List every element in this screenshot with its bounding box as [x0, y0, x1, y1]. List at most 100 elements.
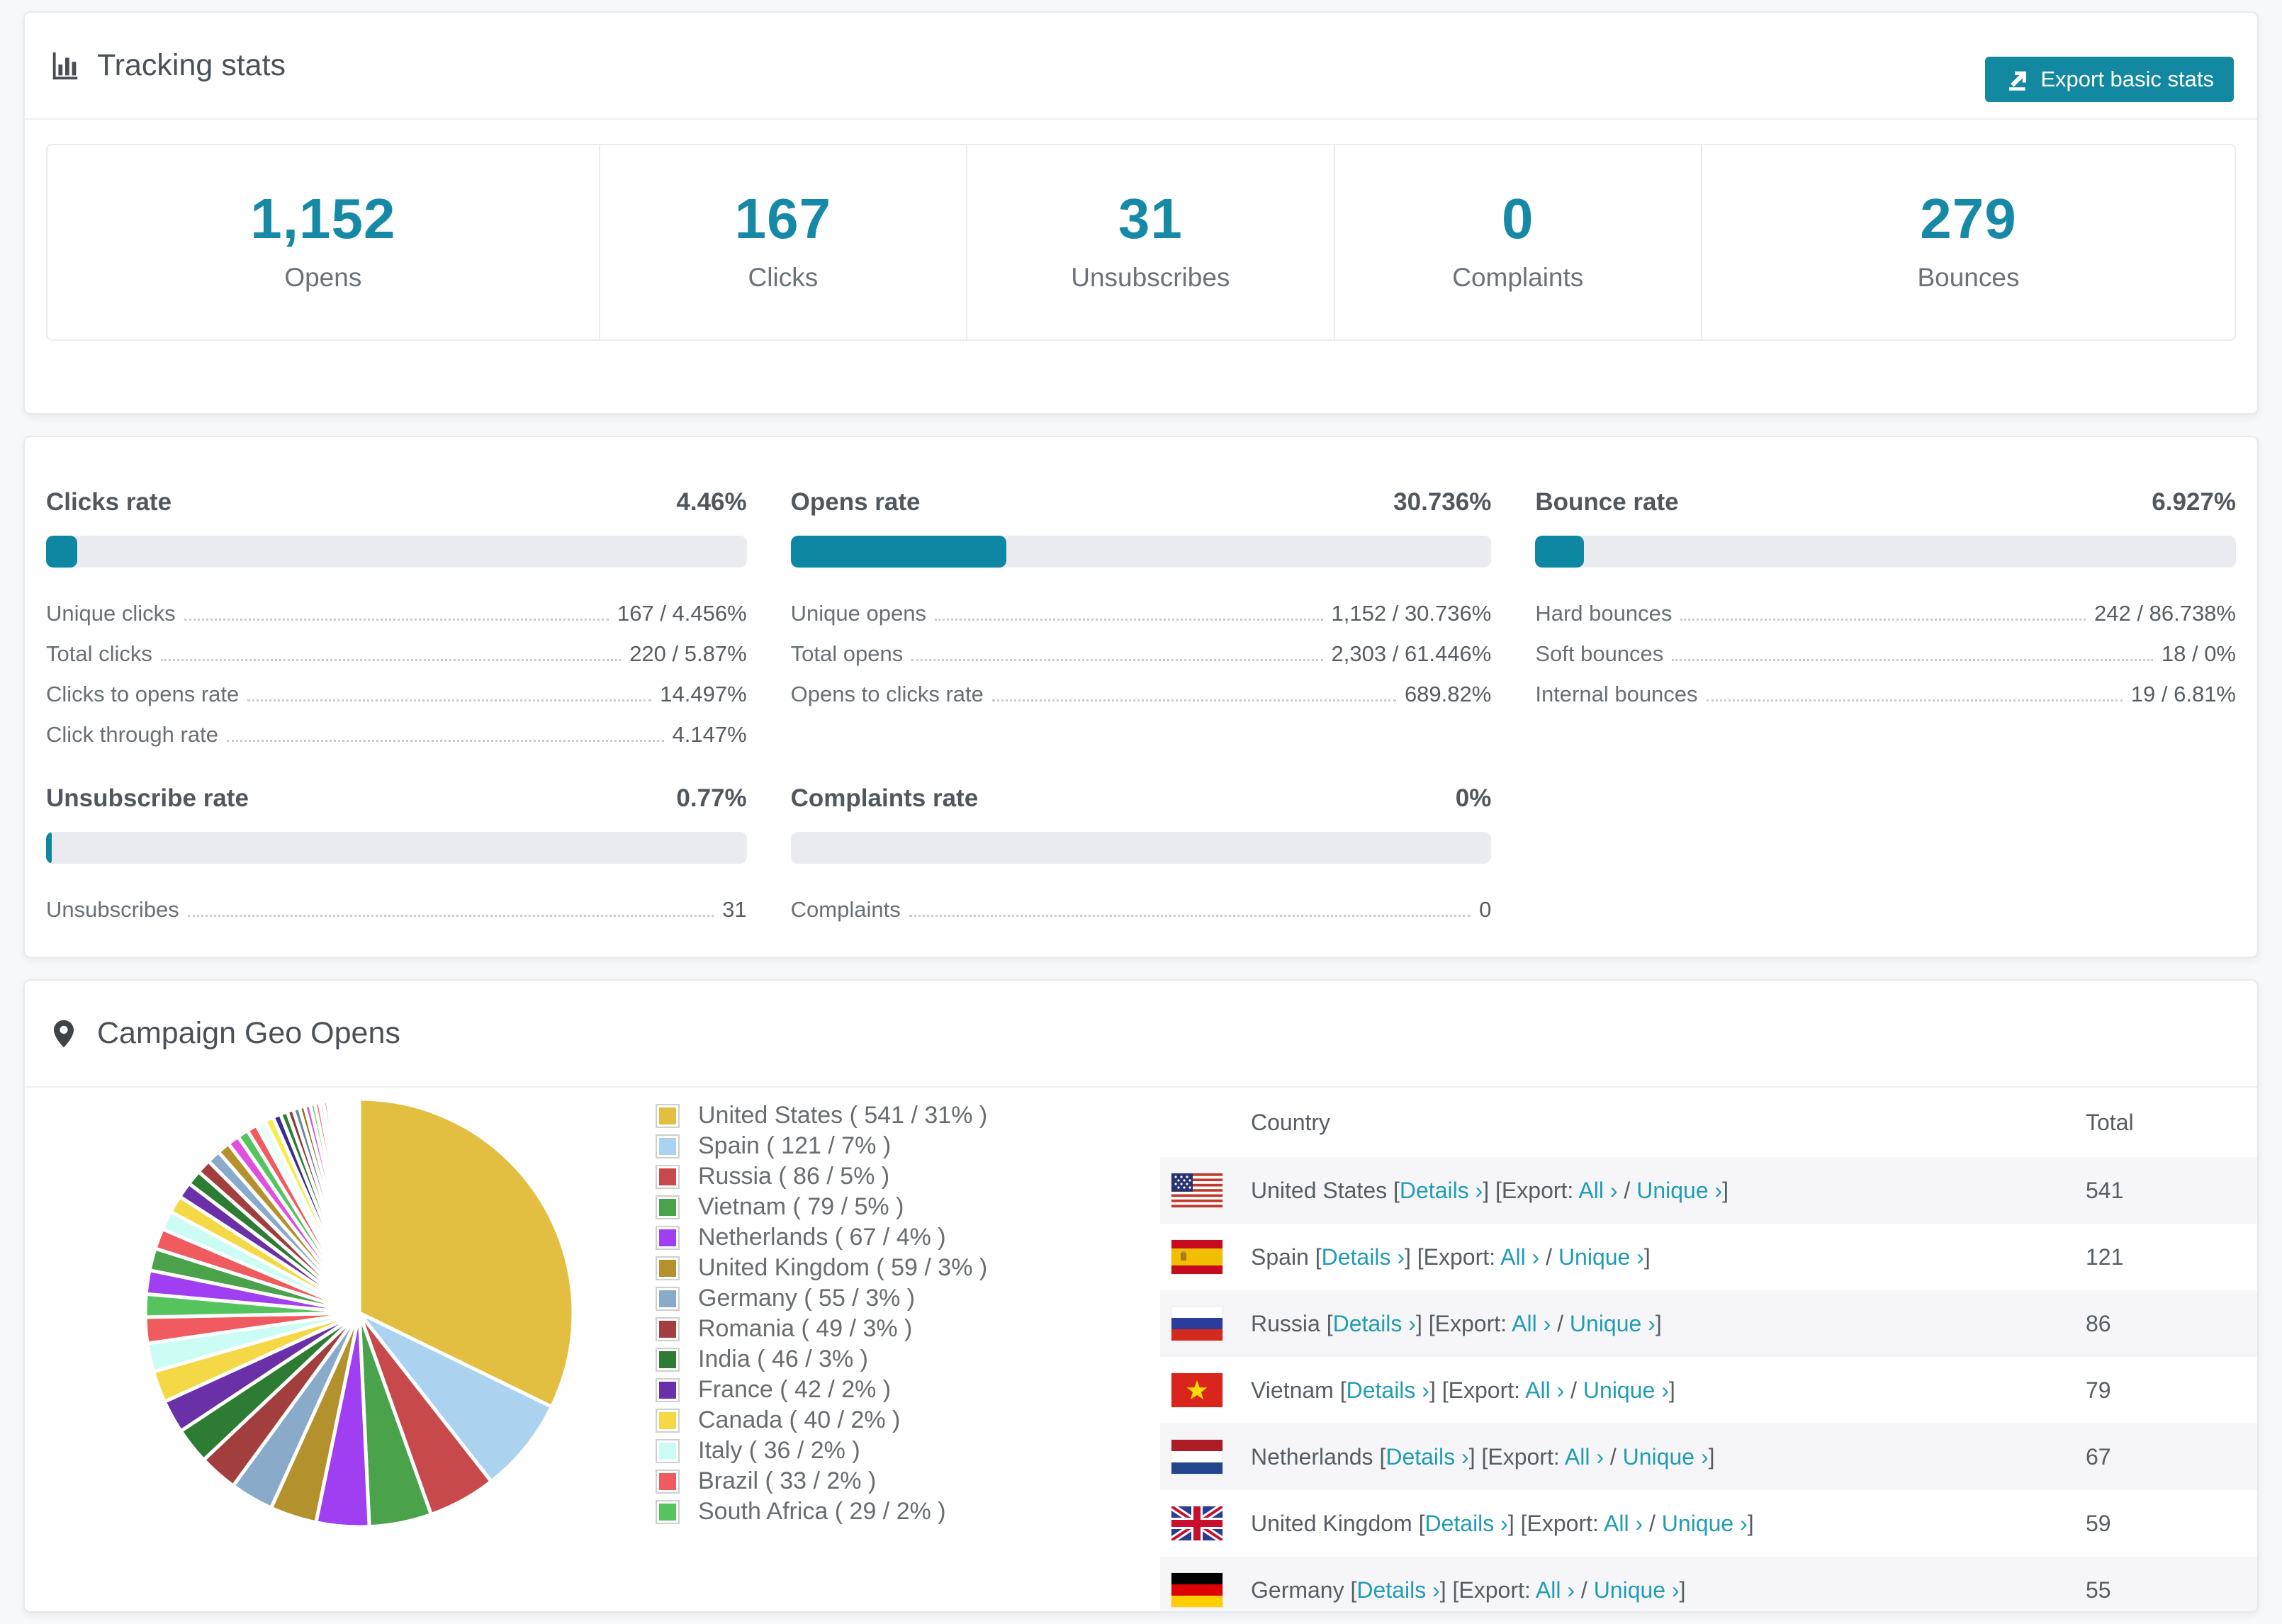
rate-row-value: 19 / 6.81% — [2130, 682, 2236, 706]
legend-item-italy[interactable]: Italy ( 36 / 2% ) — [656, 1436, 987, 1466]
legend-swatch-color — [659, 1290, 676, 1307]
legend-item-russia[interactable]: Russia ( 86 / 5% ) — [656, 1161, 987, 1192]
legend-item-south-africa[interactable]: South Africa ( 29 / 2% ) — [656, 1496, 987, 1527]
geo-header: Campaign Geo Opens — [25, 981, 2257, 1088]
russia-export-unique-link[interactable]: Unique › — [1570, 1311, 1656, 1336]
rate-progress-track — [790, 832, 1492, 864]
stat-opens: 1,152 Opens — [47, 145, 599, 339]
legend-item-canada[interactable]: Canada ( 40 / 2% ) — [656, 1405, 987, 1436]
geo-total-united-states: 541 — [2086, 1177, 2124, 1203]
legend-swatch-color — [659, 1107, 676, 1124]
rate-row-unique-clicks: Unique clicks 167 / 4.456% — [46, 586, 747, 626]
legend-item-netherlands[interactable]: Netherlands ( 67 / 4% ) — [656, 1222, 987, 1253]
link-separator: ] [Export: — [1404, 1244, 1501, 1270]
netherlands-export-unique-link[interactable]: Unique › — [1623, 1444, 1709, 1470]
united-states-export-unique-link[interactable]: Unique › — [1636, 1178, 1722, 1203]
legend-item-vietnam[interactable]: Vietnam ( 79 / 5% ) — [656, 1192, 987, 1222]
netherlands-details-link[interactable]: Details › — [1386, 1444, 1468, 1470]
spain-export-all-link[interactable]: All › — [1500, 1244, 1539, 1270]
vietnam-details-link[interactable]: Details › — [1347, 1377, 1429, 1403]
geo-total-netherlands: 67 — [2086, 1443, 2111, 1470]
germany-export-all-link[interactable]: All › — [1536, 1577, 1575, 1603]
rate-row-label: Unsubscribes — [46, 897, 179, 922]
united-states-details-link[interactable]: Details › — [1400, 1178, 1483, 1203]
dotted-leader — [247, 699, 652, 701]
legend-swatch — [656, 1499, 680, 1524]
rate-row-label: Internal bounces — [1535, 682, 1698, 706]
rate-progress-fill — [790, 536, 1006, 568]
united-states-flag-icon — [1171, 1173, 1240, 1208]
germany-flag-icon — [1171, 1572, 1240, 1608]
rate-row-label: Hard bounces — [1535, 601, 1673, 626]
rate-value: 6.927% — [2152, 488, 2236, 516]
germany-export-unique-link[interactable]: Unique › — [1594, 1577, 1680, 1603]
rate-progress-fill — [46, 536, 78, 568]
legend-item-brazil[interactable]: Brazil ( 33 / 2% ) — [656, 1466, 987, 1496]
rate-rows: Complaints 0 — [791, 882, 1492, 923]
legend-swatch-color — [659, 1229, 676, 1246]
stat-unsubscribes: 31 Unsubscribes — [966, 145, 1333, 339]
united-kingdom-export-all-link[interactable]: All › — [1604, 1511, 1643, 1536]
united-kingdom-flag-icon — [1171, 1506, 1240, 1541]
vietnam-export-unique-link[interactable]: Unique › — [1583, 1377, 1669, 1403]
export-basic-stats-button[interactable]: Export basic stats — [1985, 57, 2234, 102]
netherlands-export-all-link[interactable]: All › — [1565, 1444, 1604, 1470]
legend-item-spain[interactable]: Spain ( 121 / 7% ) — [656, 1131, 987, 1161]
rate-row-value: 167 / 4.456% — [617, 601, 747, 626]
link-close-bracket: ] — [1668, 1377, 1675, 1403]
legend-item-united-states[interactable]: United States ( 541 / 31% ) — [656, 1100, 987, 1131]
rate-head-bounce-rate: Bounce rate 6.927% — [1535, 488, 2236, 517]
legend-label: India ( 46 / 3% ) — [698, 1346, 869, 1372]
spain-flag-icon — [1171, 1239, 1240, 1275]
legend-swatch-color — [659, 1350, 676, 1368]
netherlands-flag-icon — [1171, 1439, 1240, 1474]
rate-head-complaints-rate: Complaints rate 0% — [791, 784, 1492, 813]
stat-complaints: 0 Complaints — [1333, 145, 1701, 339]
rate-row-value: 4.147% — [672, 722, 747, 747]
rate-panel-clicks-rate: Clicks rate 4.46% Unique clicks 167 / 4.456… — [46, 488, 747, 748]
legend-item-india[interactable]: India ( 46 / 3% ) — [656, 1344, 987, 1375]
dotted-leader — [934, 619, 1323, 621]
united-kingdom-export-unique-link[interactable]: Unique › — [1662, 1511, 1748, 1536]
united-kingdom-details-link[interactable]: Details › — [1424, 1511, 1507, 1536]
legend-item-romania[interactable]: Romania ( 49 / 3% ) — [656, 1314, 987, 1344]
legend-swatch-color — [659, 1411, 676, 1429]
geo-row-russia: Russia [Details ›] [Export: All › / Uniq… — [1160, 1290, 2257, 1357]
geo-row-vietnam: Vietnam [Details ›] [Export: All › / Uni… — [1160, 1357, 2257, 1423]
rate-progress-fill — [46, 832, 52, 864]
rate-row-complaints: Complaints 0 — [791, 882, 1492, 923]
legend-item-france[interactable]: France ( 42 / 2% ) — [656, 1375, 987, 1405]
legend-item-germany[interactable]: Germany ( 55 / 3% ) — [656, 1283, 987, 1314]
dotted-leader — [187, 915, 714, 917]
legend-label: Netherlands ( 67 / 4% ) — [698, 1224, 946, 1251]
spain-details-link[interactable]: Details › — [1322, 1244, 1405, 1270]
export-icon — [2009, 71, 2027, 91]
stat-value-complaints: 0 — [1502, 187, 1534, 250]
legend-swatch — [656, 1347, 680, 1372]
legend-label: Romania ( 49 / 3% ) — [698, 1315, 913, 1342]
legend-swatch-color — [659, 1442, 676, 1460]
rate-rows: Unique clicks 167 / 4.456% Total clicks 220… — [46, 586, 747, 748]
geo-total-germany: 55 — [2086, 1577, 2111, 1603]
legend-label: Vietnam ( 79 / 5% ) — [698, 1193, 904, 1220]
stat-label-unsubscribes: Unsubscribes — [1071, 263, 1230, 292]
geo-row-united-states: United States [Details ›] [Export: All ›… — [1160, 1157, 2257, 1224]
rate-row-label: Clicks to opens rate — [46, 682, 240, 706]
legend-item-united-kingdom[interactable]: United Kingdom ( 59 / 3% ) — [656, 1253, 987, 1283]
legend-swatch — [656, 1316, 680, 1341]
dotted-leader — [1672, 659, 2153, 661]
vietnam-export-all-link[interactable]: All › — [1525, 1377, 1564, 1403]
legend-label: South Africa ( 29 / 2% ) — [698, 1498, 946, 1525]
spain-export-unique-link[interactable]: Unique › — [1558, 1244, 1644, 1270]
united-states-export-all-link[interactable]: All › — [1578, 1178, 1617, 1203]
legend-swatch-color — [659, 1168, 676, 1185]
rate-panel-complaints-rate: Complaints rate 0% Complaints 0 — [790, 784, 1492, 923]
russia-details-link[interactable]: Details › — [1333, 1311, 1416, 1336]
link-slash: / — [1564, 1377, 1583, 1403]
germany-details-link[interactable]: Details › — [1356, 1577, 1439, 1603]
stat-value-opens: 1,152 — [250, 187, 396, 250]
russia-export-all-link[interactable]: All › — [1512, 1311, 1551, 1336]
rate-progress-track — [46, 536, 747, 568]
rate-row-hard-bounces: Hard bounces 242 / 86.738% — [1535, 586, 2236, 626]
link-close-bracket: ] — [1708, 1443, 1715, 1470]
